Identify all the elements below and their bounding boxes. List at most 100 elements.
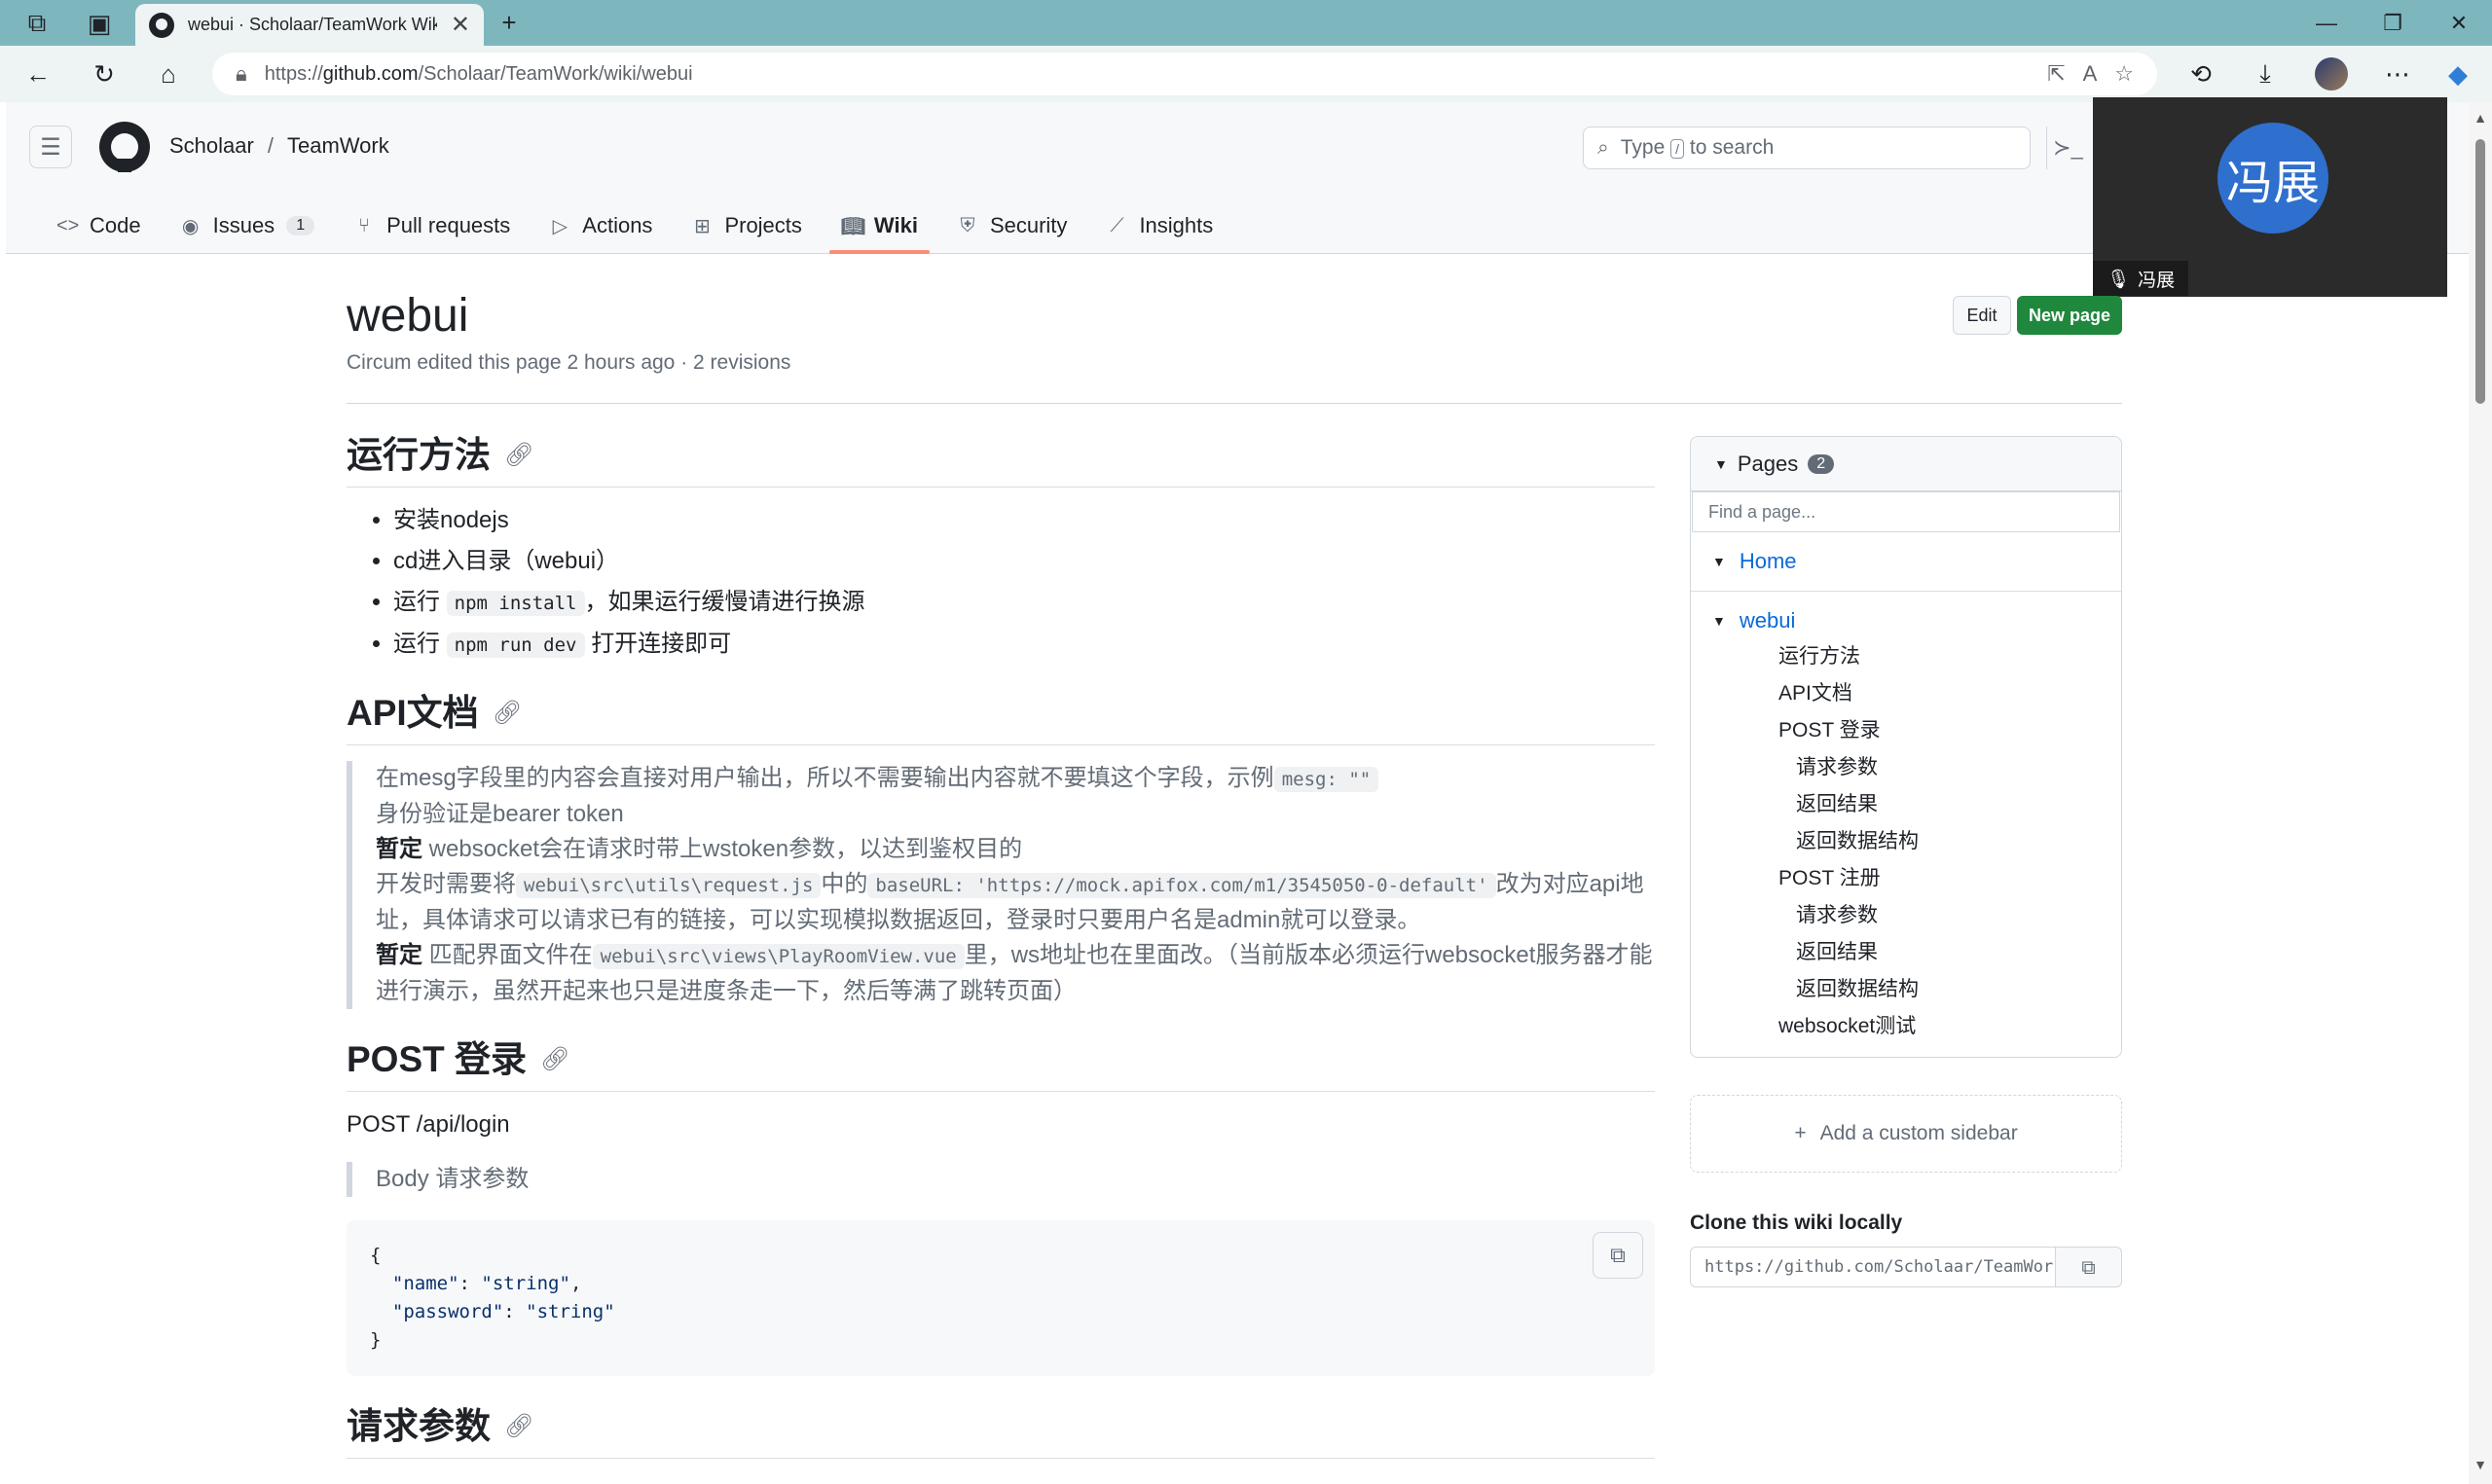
workspaces-icon[interactable]: ⧉ (21, 8, 53, 39)
list-item: cd进入目录（webui） (393, 544, 1655, 579)
quote-line: 在mesg字段里的内容会直接对用户输出，所以不需要输出内容就不要填这个字段，示例… (376, 761, 1655, 797)
downloads-icon[interactable]: ⤓ (2249, 57, 2282, 90)
copilot-icon[interactable]: ◆ (2441, 57, 2474, 90)
json-value: "string" (526, 1301, 615, 1322)
toc-item[interactable]: 返回数据结构 (1691, 971, 2121, 1008)
tab-insights[interactable]: ⟋ Insights (1086, 198, 1232, 254)
tab-code[interactable]: <> Code (37, 198, 161, 254)
pages-label: Pages (1737, 451, 1799, 476)
url-path: /Scholaar/TeamWork/wiki/webui (418, 62, 693, 85)
toc-item[interactable]: 返回结果 (1691, 786, 2121, 823)
toc-item[interactable]: 请求参数 (1691, 749, 2121, 786)
toc-item[interactable]: 返回结果 (1691, 934, 2121, 971)
page-link-home[interactable]: ▼ Home (1691, 544, 2121, 579)
scroll-up-icon[interactable]: ▲ (2469, 110, 2492, 126)
wiki-page-header: webui Circum edited this page 2 hours ag… (347, 287, 2122, 404)
tab-wiki[interactable]: 📖︎ Wiki (822, 198, 937, 254)
inline-code: mesg: "" (1273, 767, 1379, 792)
profile-avatar-icon[interactable] (2315, 57, 2348, 90)
link-anchor-icon[interactable]: 🔗︎ (504, 1399, 533, 1454)
code-line: { (370, 1245, 382, 1266)
clone-title: Clone this wiki locally (1690, 1212, 1903, 1234)
repo-link[interactable]: TeamWork (287, 133, 389, 159)
toc-item[interactable]: POST 登录 (1691, 712, 2121, 749)
vertical-tabs-icon[interactable]: ▣ (84, 8, 115, 39)
issue-icon: ◉ (181, 215, 200, 237)
code-line: } (370, 1329, 382, 1351)
clone-row: https://github.com/Scholaar/TeamWork.wik… (1690, 1247, 2122, 1287)
toc-item[interactable]: POST 注册 (1691, 860, 2121, 897)
inline-code: webui\src\views\PlayRoomView.vue (592, 944, 965, 969)
code-icon: <> (56, 214, 80, 236)
scroll-thumb[interactable] (2475, 139, 2485, 404)
page-title: webui (347, 290, 469, 342)
quote-text: 匹配界面文件在 (422, 942, 593, 968)
refresh-icon[interactable]: ↻ (88, 57, 121, 90)
toc-item[interactable]: 返回数据结构 (1691, 823, 2121, 860)
tab-security-label: Security (989, 213, 1068, 237)
tab-pull-requests-label: Pull requests (386, 213, 511, 237)
triangle-down-icon[interactable]: ▼ (1712, 613, 1726, 629)
minimize-icon[interactable]: — (2293, 0, 2360, 46)
toc-item[interactable]: websocket测试 (1691, 1008, 2121, 1045)
open-in-app-icon[interactable]: ⇱ (2047, 61, 2065, 87)
video-call-overlay[interactable]: 冯展 🎙︎ 冯展 (2093, 97, 2447, 297)
tab-projects[interactable]: ⊞ Projects (672, 198, 821, 254)
link-anchor-icon[interactable]: 🔗︎ (504, 428, 533, 483)
tab-pull-requests[interactable]: ⑂ Pull requests (334, 198, 530, 254)
add-custom-sidebar-button[interactable]: + Add a custom sidebar (1690, 1095, 2122, 1173)
triangle-down-icon[interactable]: ▼ (1712, 554, 1726, 569)
issues-count-badge: 1 (286, 216, 315, 235)
history-icon[interactable]: ⟲ (2184, 57, 2217, 90)
quote-line: 开发时需要将 webui\src\utils\request.js 中的 baseUR… (376, 867, 1655, 938)
edit-button[interactable]: Edit (1953, 296, 2011, 335)
scroll-down-icon[interactable]: ▼ (2469, 1457, 2492, 1472)
home-icon[interactable]: ⌂ (152, 57, 185, 90)
address-bar[interactable]: 🔒︎ https://github.com/Scholaar/TeamWork/… (212, 53, 2157, 95)
tab-actions-label: Actions (582, 213, 653, 237)
close-tab-icon[interactable]: ✕ (451, 11, 470, 39)
tab-actions[interactable]: ▷ Actions (530, 198, 672, 254)
link-anchor-icon[interactable]: 🔗︎ (493, 686, 522, 741)
github-logo-icon[interactable] (99, 122, 150, 172)
favorite-star-icon[interactable]: ☆ (2114, 61, 2134, 87)
menu-icon[interactable]: ☰ (29, 126, 72, 168)
read-aloud-icon[interactable]: A (2083, 61, 2098, 87)
link-anchor-icon[interactable]: 🔗︎ (540, 1032, 569, 1087)
lock-icon[interactable]: 🔒︎ (236, 61, 247, 87)
quote-text: 中的 (821, 871, 868, 897)
browser-tab-active[interactable]: webui · Scholaar/TeamWork Wiki ✕ (135, 4, 484, 46)
new-tab-icon[interactable]: + (493, 6, 526, 39)
new-page-button[interactable]: New page (2017, 296, 2122, 335)
add-custom-sidebar-label: Add a custom sidebar (1819, 1122, 2018, 1144)
toc-item[interactable]: API文档 (1691, 675, 2121, 712)
owner-link[interactable]: Scholaar (169, 133, 254, 159)
copy-code-button[interactable]: ⧉ (1593, 1232, 1643, 1279)
back-icon[interactable]: ← (21, 57, 55, 90)
page-group-home: ▼ Home (1691, 532, 2121, 592)
wiki-content: 运行方法 🔗︎ 安装nodejs cd进入目录（webui） 运行 npm ins… (347, 428, 1655, 1484)
copy-clone-url-button[interactable]: ⧉ (2056, 1247, 2122, 1287)
list-item-text: 运行 (393, 589, 440, 615)
toc-item[interactable]: 运行方法 (1691, 638, 2121, 675)
clone-url-input[interactable]: https://github.com/Scholaar/TeamWork.wik… (1690, 1247, 2056, 1287)
page-link-webui[interactable]: ▼ webui (1691, 603, 2121, 638)
repo-nav: <> Code ◉ Issues 1 ⑂ Pull requests ▷ Actions … (37, 198, 1232, 254)
close-window-icon[interactable]: ✕ (2426, 0, 2492, 46)
wiki-sidebar: ▼ Pages 2 Find a page... ▼ Home ▼ webui … (1690, 436, 2122, 1287)
page-scrollbar[interactable]: ▲ ▼ (2469, 102, 2492, 1484)
more-options-icon[interactable]: ⋯ (2381, 57, 2414, 90)
url-text[interactable]: https://github.com/Scholaar/TeamWork/wik… (265, 63, 2030, 86)
search-input[interactable]: ⌕ Type / to search (1583, 127, 2031, 169)
actions-play-icon: ▷ (552, 215, 568, 237)
tab-issues[interactable]: ◉ Issues 1 (161, 198, 335, 254)
search-placeholder: Type / to search (1620, 136, 1775, 159)
tab-security[interactable]: ⛨ Security (937, 198, 1086, 254)
plus-icon: + (1794, 1122, 1807, 1144)
command-palette-icon[interactable]: ≻_ (2046, 127, 2089, 169)
toc-item[interactable]: 请求参数 (1691, 897, 2121, 934)
pages-toggle[interactable]: ▼ Pages 2 (1691, 437, 2121, 491)
restore-icon[interactable]: ❐ (2360, 0, 2426, 46)
find-page-input[interactable]: Find a page... (1692, 491, 2120, 532)
quote-text: 开发时需要将 (376, 871, 516, 897)
